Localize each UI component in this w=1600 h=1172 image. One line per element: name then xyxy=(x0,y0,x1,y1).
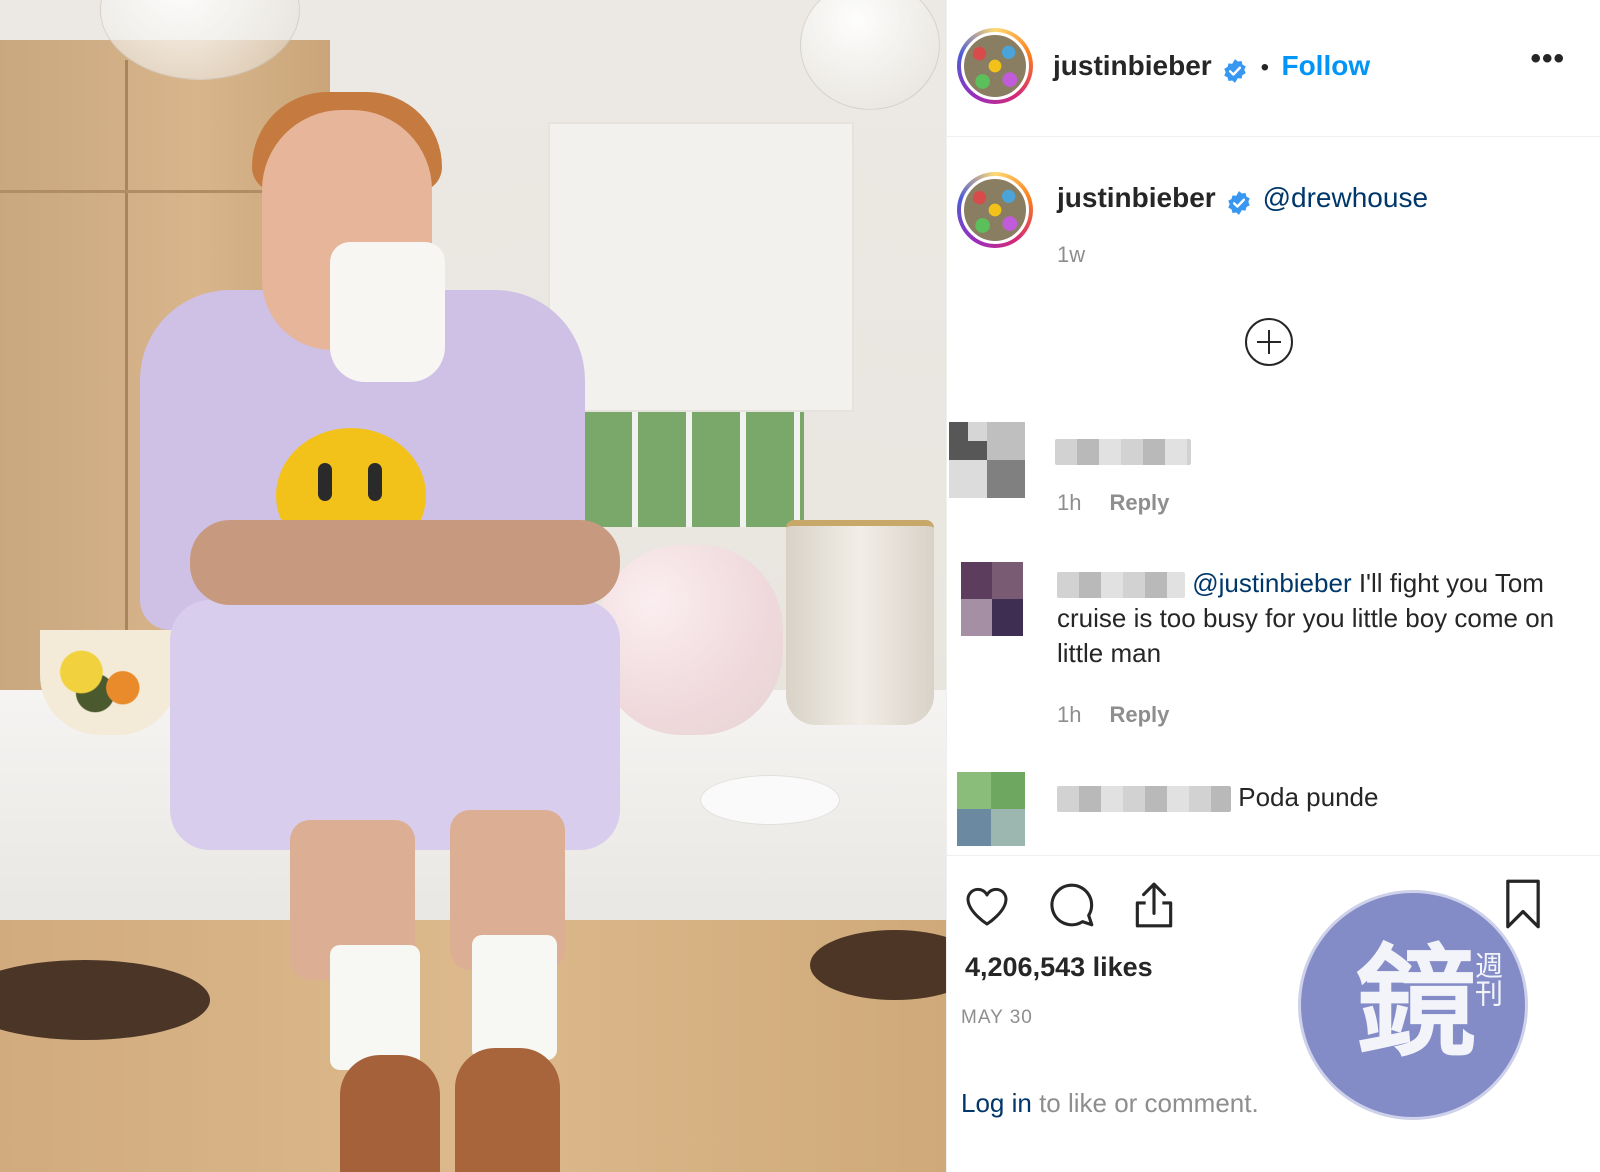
blurred-username[interactable] xyxy=(1057,786,1231,813)
author-avatar[interactable] xyxy=(957,28,1033,104)
photo-flowers xyxy=(598,545,783,735)
commenter-avatar[interactable] xyxy=(957,772,1025,846)
photo-window xyxy=(584,412,804,527)
comment-body: Poda punde xyxy=(1057,780,1378,815)
caption-author-avatar[interactable] xyxy=(957,172,1033,248)
watermark-sub-glyphs: 週刊 xyxy=(1471,951,1504,1007)
like-heart-icon[interactable] xyxy=(961,882,1013,930)
blurred-username[interactable] xyxy=(1057,572,1185,599)
caption-text-row: justinbieber @drewhouse xyxy=(1057,182,1428,216)
photo-person-shoe xyxy=(455,1048,560,1172)
photo-pendant-lamp xyxy=(800,0,940,110)
photo-person-arm xyxy=(190,520,620,605)
comment-body: @justinbieber I'll fight you Tom cruise … xyxy=(1057,566,1577,671)
load-more-comments-icon[interactable] xyxy=(1245,318,1293,366)
login-link[interactable]: Log in xyxy=(961,1088,1032,1118)
comment-meta: 1h Reply xyxy=(1057,490,1169,516)
post-date[interactable]: MAY 30 xyxy=(961,1007,1033,1029)
author-username[interactable]: justinbieber xyxy=(1053,50,1212,81)
photo-plate xyxy=(700,775,840,825)
reply-button[interactable]: Reply xyxy=(1109,702,1169,727)
comment-mention-link[interactable]: @justinbieber xyxy=(1192,568,1351,598)
verified-badge-icon xyxy=(1228,190,1250,215)
comment-time[interactable]: 1h xyxy=(1057,702,1081,727)
photo-mug xyxy=(330,242,445,382)
comment-bubble-icon[interactable] xyxy=(1047,880,1097,930)
photo-vase xyxy=(786,520,934,725)
photo-person-sock xyxy=(330,945,420,1070)
comment-meta: 1h Reply xyxy=(1057,702,1169,728)
comment-text: Poda punde xyxy=(1238,782,1379,812)
caption-timestamp[interactable]: 1w xyxy=(1057,242,1085,268)
header-user-row: justinbieber • Follow xyxy=(1053,50,1370,84)
blurred-username xyxy=(1055,438,1191,465)
reply-button[interactable]: Reply xyxy=(1109,490,1169,515)
commenter-username[interactable] xyxy=(1055,430,1191,465)
photo-fruit-bowl xyxy=(40,630,178,735)
commenter-avatar[interactable] xyxy=(949,422,1025,498)
post-photo[interactable] xyxy=(0,0,946,1172)
verified-badge-icon xyxy=(1224,58,1246,83)
login-prompt: Log in to like or comment. xyxy=(961,1088,1259,1119)
caption-mention-link[interactable]: @drewhouse xyxy=(1263,182,1428,213)
publication-watermark-logo: 鏡 週刊 xyxy=(1298,890,1528,1120)
likes-count[interactable]: 4,206,543 likes xyxy=(965,952,1153,983)
share-icon[interactable] xyxy=(1131,880,1177,930)
save-bookmark-icon[interactable] xyxy=(1503,878,1543,930)
header-separator: • xyxy=(1260,54,1270,81)
commenter-avatar[interactable] xyxy=(961,562,1023,636)
login-prompt-text: to like or comment. xyxy=(1031,1088,1259,1118)
follow-button[interactable]: Follow xyxy=(1281,50,1370,81)
more-options-icon[interactable]: ••• xyxy=(1530,42,1565,76)
photo-window-blind xyxy=(548,122,854,412)
photo-person-shoe xyxy=(340,1055,440,1172)
caption-username[interactable]: justinbieber xyxy=(1057,182,1216,213)
photo-person-sock xyxy=(472,935,557,1060)
post-header: justinbieber • Follow ••• xyxy=(947,0,1600,137)
comment-time[interactable]: 1h xyxy=(1057,490,1081,515)
